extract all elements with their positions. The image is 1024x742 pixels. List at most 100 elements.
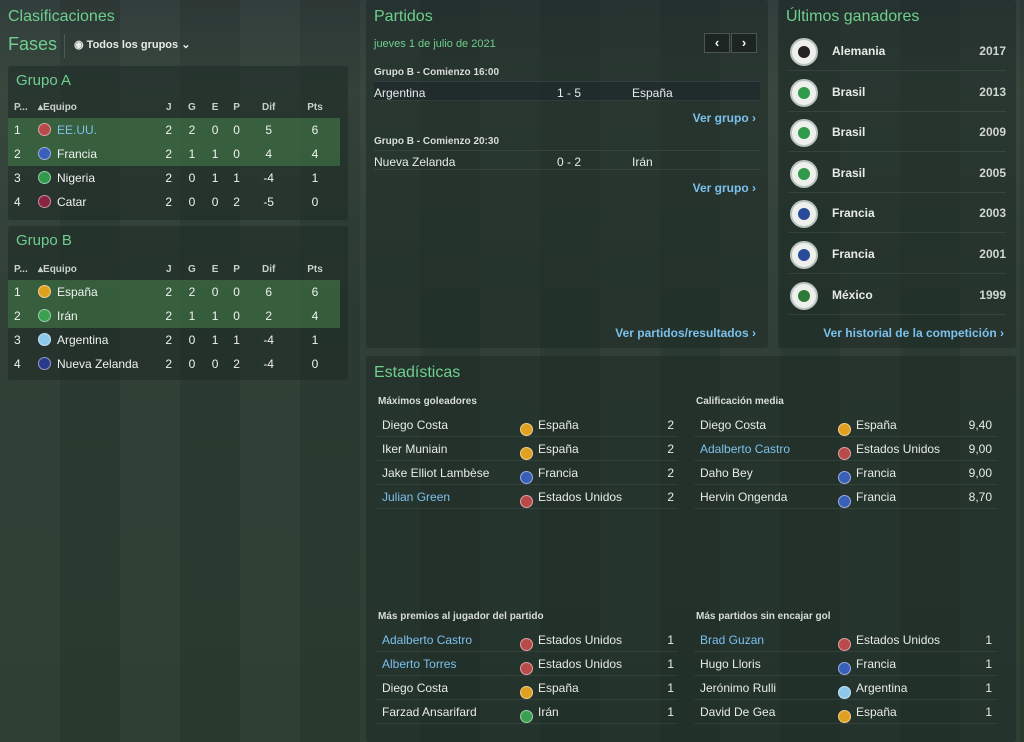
stat-row[interactable]: Diego Costa España 1 bbox=[376, 676, 678, 700]
stat-row[interactable]: Hervin Ongenda Francia 8,70 bbox=[694, 485, 996, 509]
table-row[interactable]: 2 Irán 2 1 1 0 2 4 bbox=[8, 304, 340, 328]
player-nation: Irán bbox=[538, 705, 559, 719]
view-matches-link[interactable]: Ver partidos/resultados › bbox=[615, 326, 756, 340]
stat-row[interactable]: Adalberto Castro Estados Unidos 1 bbox=[376, 628, 678, 652]
table-row[interactable]: 4 Catar 2 0 0 2 -5 0 bbox=[8, 190, 340, 214]
stat-row[interactable]: Alberto Torres Estados Unidos 1 bbox=[376, 652, 678, 676]
col-pos[interactable]: P... bbox=[8, 258, 38, 280]
stat-value: 1 bbox=[985, 633, 992, 647]
table-row[interactable]: 4 Nueva Zelanda 2 0 0 2 -4 0 bbox=[8, 352, 340, 376]
winner-row[interactable]: Francia 2003 bbox=[788, 193, 1006, 234]
player-name[interactable]: Daho Bey bbox=[700, 466, 753, 480]
table-row[interactable]: 1 España 2 2 0 0 6 6 bbox=[8, 280, 340, 304]
winner-team: Brasil bbox=[832, 165, 866, 180]
view-group-link[interactable]: Ver grupo › bbox=[693, 181, 756, 195]
player-name[interactable]: Diego Costa bbox=[382, 418, 448, 432]
competition-history-link[interactable]: Ver historial de la competición › bbox=[823, 326, 1004, 340]
table-row[interactable]: 3 Argentina 2 0 1 1 -4 1 bbox=[8, 328, 340, 352]
stat-row[interactable]: Diego Costa España 2 bbox=[376, 413, 678, 437]
player-name[interactable]: Brad Guzan bbox=[700, 633, 764, 647]
player-name[interactable]: David De Gea bbox=[700, 705, 775, 719]
winner-row[interactable]: Brasil 2009 bbox=[788, 112, 1006, 153]
col-g[interactable]: G bbox=[179, 258, 204, 280]
table-row[interactable]: 1 EE.UU. 2 2 0 0 5 6 bbox=[8, 118, 340, 142]
player-nation: España bbox=[856, 418, 897, 432]
flag-icon bbox=[520, 710, 533, 723]
team-cell[interactable]: Irán bbox=[38, 304, 158, 328]
stat-row[interactable]: Iker Muniain España 2 bbox=[376, 437, 678, 461]
col-j[interactable]: J bbox=[158, 96, 179, 118]
stat-row[interactable]: Daho Bey Francia 9,00 bbox=[694, 461, 996, 485]
col-pts[interactable]: Pts bbox=[290, 96, 340, 118]
stat-row[interactable]: David De Gea España 1 bbox=[694, 700, 996, 724]
table-row[interactable]: 3 Nigeria 2 0 1 1 -4 1 bbox=[8, 166, 340, 190]
played: 2 bbox=[158, 118, 180, 142]
flag-icon bbox=[838, 495, 851, 508]
view-group-link[interactable]: Ver grupo › bbox=[693, 111, 756, 125]
col-p[interactable]: P bbox=[226, 258, 247, 280]
winner-row[interactable]: Alemania 2017 bbox=[788, 31, 1006, 71]
table-row[interactable]: 2 Francia 2 1 1 0 4 4 bbox=[8, 142, 340, 166]
stat-row[interactable]: Hugo Lloris Francia 1 bbox=[694, 652, 996, 676]
group-filter-dropdown[interactable]: ◉ Todos los grupos ⌄ bbox=[74, 38, 190, 51]
stat-row[interactable]: Jerónimo Rulli Argentina 1 bbox=[694, 676, 996, 700]
stat-row[interactable]: Julian Green Estados Unidos 2 bbox=[376, 485, 678, 509]
stat-row[interactable]: Jake Elliot Lambèse Francia 2 bbox=[376, 461, 678, 485]
points: 4 bbox=[290, 304, 340, 328]
player-name[interactable]: Diego Costa bbox=[382, 681, 448, 695]
player-name[interactable]: Hugo Lloris bbox=[700, 657, 761, 671]
match-date: jueves 1 de julio de 2021 bbox=[374, 38, 496, 50]
prev-day-button[interactable]: ‹ bbox=[704, 33, 730, 53]
player-name[interactable]: Alberto Torres bbox=[382, 657, 456, 671]
col-team[interactable]: ▴Equipo bbox=[38, 96, 158, 118]
player-name[interactable]: Jake Elliot Lambèse bbox=[382, 466, 489, 480]
team-name: España bbox=[57, 285, 98, 299]
col-team[interactable]: ▴Equipo bbox=[38, 258, 158, 280]
match-row[interactable]: Argentina 1 - 5 España bbox=[374, 81, 760, 101]
col-e[interactable]: E bbox=[204, 258, 225, 280]
team-cell[interactable]: Argentina bbox=[38, 328, 158, 352]
next-day-button[interactable]: › bbox=[731, 33, 757, 53]
player-name[interactable]: Iker Muniain bbox=[382, 442, 447, 456]
match-row[interactable]: Nueva Zelanda 0 - 2 Irán bbox=[374, 150, 760, 170]
stat-row[interactable]: Diego Costa España 9,40 bbox=[694, 413, 996, 437]
winner-row[interactable]: Francia 2001 bbox=[788, 234, 1006, 274]
winner-row[interactable]: Brasil 2005 bbox=[788, 153, 1006, 193]
player-name[interactable]: Farzad Ansarifard bbox=[382, 705, 477, 719]
team-cell[interactable]: Nueva Zelanda bbox=[38, 352, 158, 376]
team-cell[interactable]: España bbox=[38, 280, 158, 304]
stat-row[interactable]: Farzad Ansarifard Irán 1 bbox=[376, 700, 678, 724]
flag-icon bbox=[38, 123, 51, 136]
player-name[interactable]: Julian Green bbox=[382, 490, 450, 504]
winner-row[interactable]: México 1999 bbox=[788, 275, 1006, 315]
col-g[interactable]: G bbox=[179, 96, 204, 118]
player-name[interactable]: Hervin Ongenda bbox=[700, 490, 787, 504]
stat-value: 1 bbox=[985, 705, 992, 719]
position: 3 bbox=[14, 333, 21, 347]
col-j[interactable]: J bbox=[158, 258, 179, 280]
played: 2 bbox=[165, 171, 173, 185]
player-name[interactable]: Jerónimo Rulli bbox=[700, 681, 776, 695]
col-pts[interactable]: Pts bbox=[290, 258, 340, 280]
player-name[interactable]: Adalberto Castro bbox=[382, 633, 472, 647]
player-name[interactable]: Diego Costa bbox=[700, 418, 766, 432]
flag-icon bbox=[838, 638, 851, 651]
goal-diff: 2 bbox=[247, 304, 291, 328]
drawn: 1 bbox=[204, 142, 226, 166]
team-cell[interactable]: Catar bbox=[38, 190, 158, 214]
player-nation: Argentina bbox=[856, 681, 908, 695]
col-pos[interactable]: P... bbox=[8, 96, 38, 118]
team-cell[interactable]: EE.UU. bbox=[38, 118, 158, 142]
team-cell[interactable]: Francia bbox=[38, 142, 158, 166]
player-name[interactable]: Adalberto Castro bbox=[700, 442, 790, 456]
stat-row[interactable]: Adalberto Castro Estados Unidos 9,00 bbox=[694, 437, 996, 461]
player-nation: Estados Unidos bbox=[856, 633, 941, 647]
col-dif[interactable]: Dif bbox=[247, 258, 290, 280]
col-p[interactable]: P bbox=[226, 96, 247, 118]
team-cell[interactable]: Nigeria bbox=[38, 166, 158, 190]
stat-row[interactable]: Brad Guzan Estados Unidos 1 bbox=[694, 628, 996, 652]
col-dif[interactable]: Dif bbox=[247, 96, 290, 118]
winner-row[interactable]: Brasil 2013 bbox=[788, 72, 1006, 112]
lost: 2 bbox=[233, 195, 240, 209]
col-e[interactable]: E bbox=[204, 96, 225, 118]
